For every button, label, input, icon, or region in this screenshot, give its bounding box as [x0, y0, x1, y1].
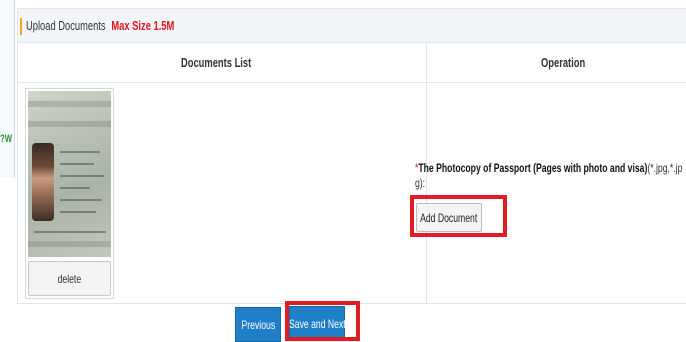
- previous-panel-edge: [0, 0, 15, 178]
- save-and-next-label: Save and Next: [288, 316, 346, 331]
- header-accent-bar: [20, 18, 22, 35]
- add-document-label: Add Document: [420, 210, 478, 225]
- panel-title: Upload Documents Max Size 1.5M: [26, 18, 174, 33]
- max-size-label: Max Size 1.5M: [111, 18, 175, 33]
- table-header: Documents List Operation: [18, 43, 686, 83]
- previous-button[interactable]: Previous: [235, 307, 281, 342]
- add-document-button[interactable]: Add Document: [416, 203, 482, 232]
- document-requirement: *The Photocopy of Passport (Pages with p…: [415, 161, 682, 175]
- save-and-next-button[interactable]: Save and Next: [289, 306, 345, 341]
- document-card: delete: [25, 88, 114, 299]
- passport-thumbnail[interactable]: [28, 91, 111, 257]
- file-extensions: (*.jpg,*.jp: [647, 161, 683, 175]
- delete-button[interactable]: delete: [28, 261, 111, 296]
- passport-photo-icon: [32, 143, 54, 221]
- upload-documents-panel: Upload Documents Max Size 1.5M Documents …: [17, 8, 686, 304]
- previous-label: Previous: [241, 317, 275, 332]
- panel-header: Upload Documents Max Size 1.5M: [18, 9, 686, 43]
- operation-header: Operation: [541, 55, 586, 70]
- delete-label: delete: [57, 271, 82, 286]
- upload-title: Upload Documents: [26, 18, 106, 33]
- documents-list-header: Documents List: [181, 55, 252, 70]
- requirement-text: The Photocopy of Passport (Pages with ph…: [418, 161, 648, 175]
- file-extensions-cont: g):: [415, 176, 426, 190]
- side-snippet: ?W: [0, 133, 12, 145]
